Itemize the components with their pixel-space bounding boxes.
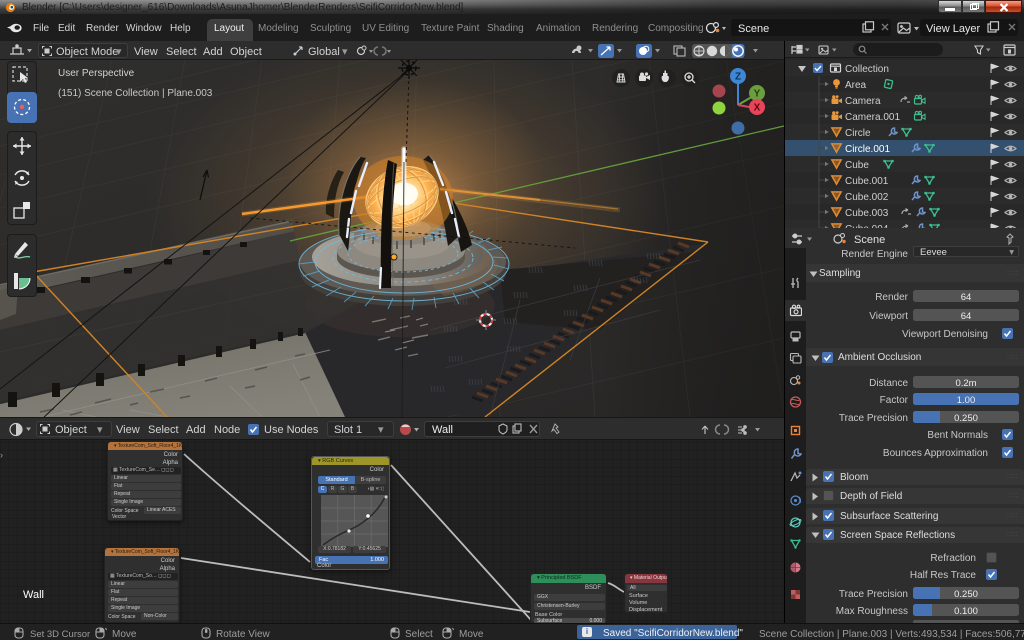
svg-text:Y: Y xyxy=(754,89,761,100)
svg-text:Z: Z xyxy=(735,72,741,83)
svg-text:X: X xyxy=(754,103,761,114)
